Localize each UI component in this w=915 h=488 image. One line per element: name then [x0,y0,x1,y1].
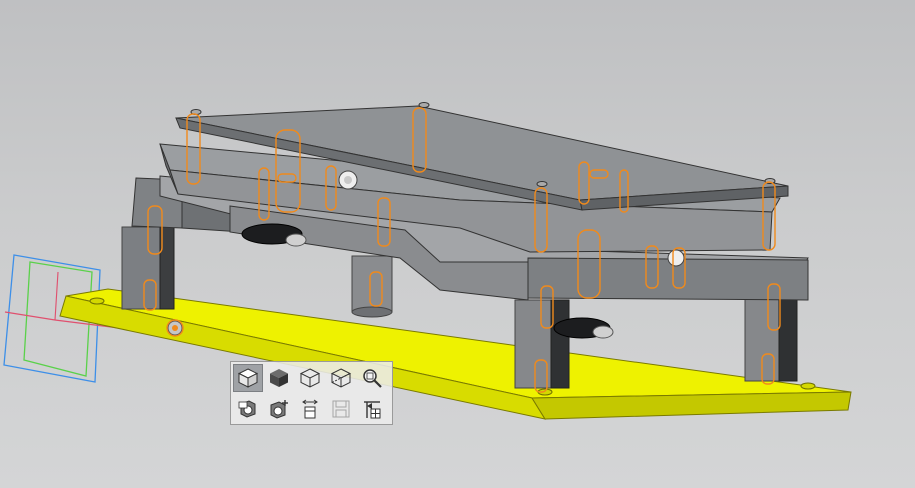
base-hole-right [800,382,816,390]
assembly-model[interactable] [0,0,915,488]
column-front [514,299,552,389]
base-hole-left [89,297,105,305]
section-view-icon [238,400,256,418]
orientation-button[interactable] [357,395,387,423]
base-plate[interactable] [59,288,852,420]
shaded-button[interactable] [264,364,294,392]
hidden-lines-button[interactable] [295,364,325,392]
wireframe-button[interactable] [326,364,356,392]
3d-viewport[interactable] [0,0,915,488]
save-view-icon [332,400,350,418]
wireframe-icon [330,368,352,388]
axis-x-neg [4,311,56,321]
hidden-lines-icon [299,368,321,388]
shaded-with-edges-icon [237,368,259,388]
add-section-icon [270,400,288,419]
explode-view-icon [302,399,318,419]
clamp-screw-right [667,249,685,267]
shaded-with-edges-button[interactable] [233,364,263,392]
shaded-icon [270,369,288,387]
column-back-left [121,226,161,310]
column-middle [351,255,393,313]
orientation-icon [364,401,381,419]
save-view-button[interactable] [326,395,356,423]
zoom-to-fit-icon [363,369,382,388]
frame-right-block [527,257,809,301]
view-toolbar [230,361,393,425]
axis-y [54,271,59,321]
explode-view-button[interactable] [295,395,325,423]
section-view-button[interactable] [233,395,263,423]
zoom-to-fit-button[interactable] [357,364,387,392]
add-section-button[interactable] [264,395,294,423]
